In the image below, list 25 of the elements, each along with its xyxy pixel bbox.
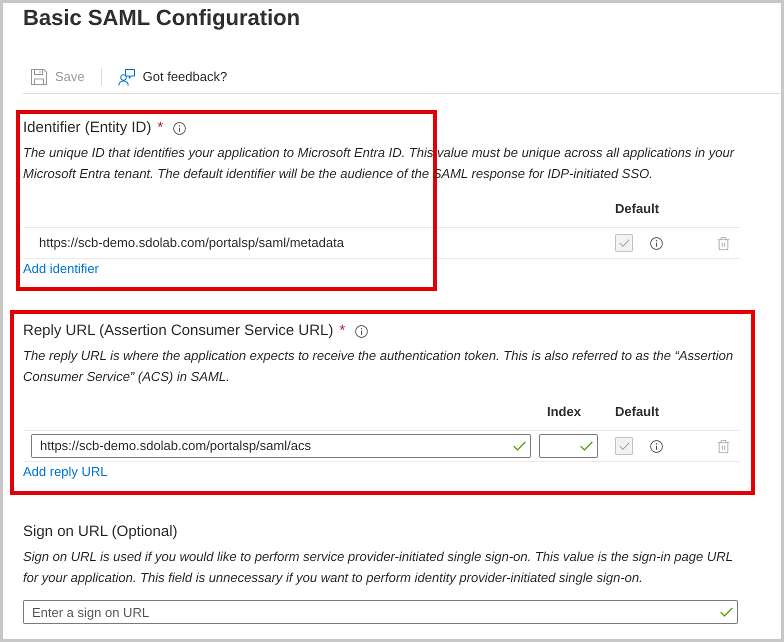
column-header: Index: [546, 403, 582, 422]
section-description: The reply URL is where the application expects to receive the authentication token. This is also referred to as the “Assertion Consumer Service” (ACS) in SAML.: [23, 347, 734, 386]
required-asterisk: *: [339, 320, 346, 341]
person-speech-bubble-icon: [118, 68, 135, 86]
url-input[interactable]: https://scb-demo.sdolab.com/portalsp/saml/acs: [31, 434, 531, 458]
page-title: Basic SAML Configuration: [23, 4, 302, 32]
info-icon[interactable]: [173, 122, 186, 134]
check-icon: [618, 442, 630, 450]
section-title: Sign on URL (Optional): [23, 522, 178, 542]
section-title: Identifier (Entity ID): [23, 118, 152, 138]
info-icon[interactable]: [650, 236, 663, 250]
feedback-button[interactable]: Got feedback?: [110, 61, 236, 93]
section-title: Reply URL (Assertion Consumer Service URL): [23, 320, 334, 341]
required-asterisk: *: [157, 118, 164, 138]
index-input[interactable]: [539, 434, 598, 458]
add-link[interactable]: Add reply URL: [23, 462, 108, 482]
column-header: Default: [615, 200, 660, 218]
check-icon: [618, 239, 630, 247]
url-text: https://scb-demo.sdolab.com/portalsp/saml/metadata: [38, 234, 344, 252]
add-link[interactable]: Add identifier: [23, 259, 99, 279]
section-description: Sign on URL is used if you would like to perform service provider-initiated single sign-on. This value is the sign-in page URL for your application. This field is unnecessary if you want to perform identity provider-initiated single sign-on.: [23, 548, 734, 587]
column-header: Default: [615, 403, 660, 422]
sign-on-url-input[interactable]: Enter a sign on URL: [23, 600, 738, 624]
info-icon[interactable]: [650, 440, 663, 452]
info-icon[interactable]: [355, 324, 368, 338]
